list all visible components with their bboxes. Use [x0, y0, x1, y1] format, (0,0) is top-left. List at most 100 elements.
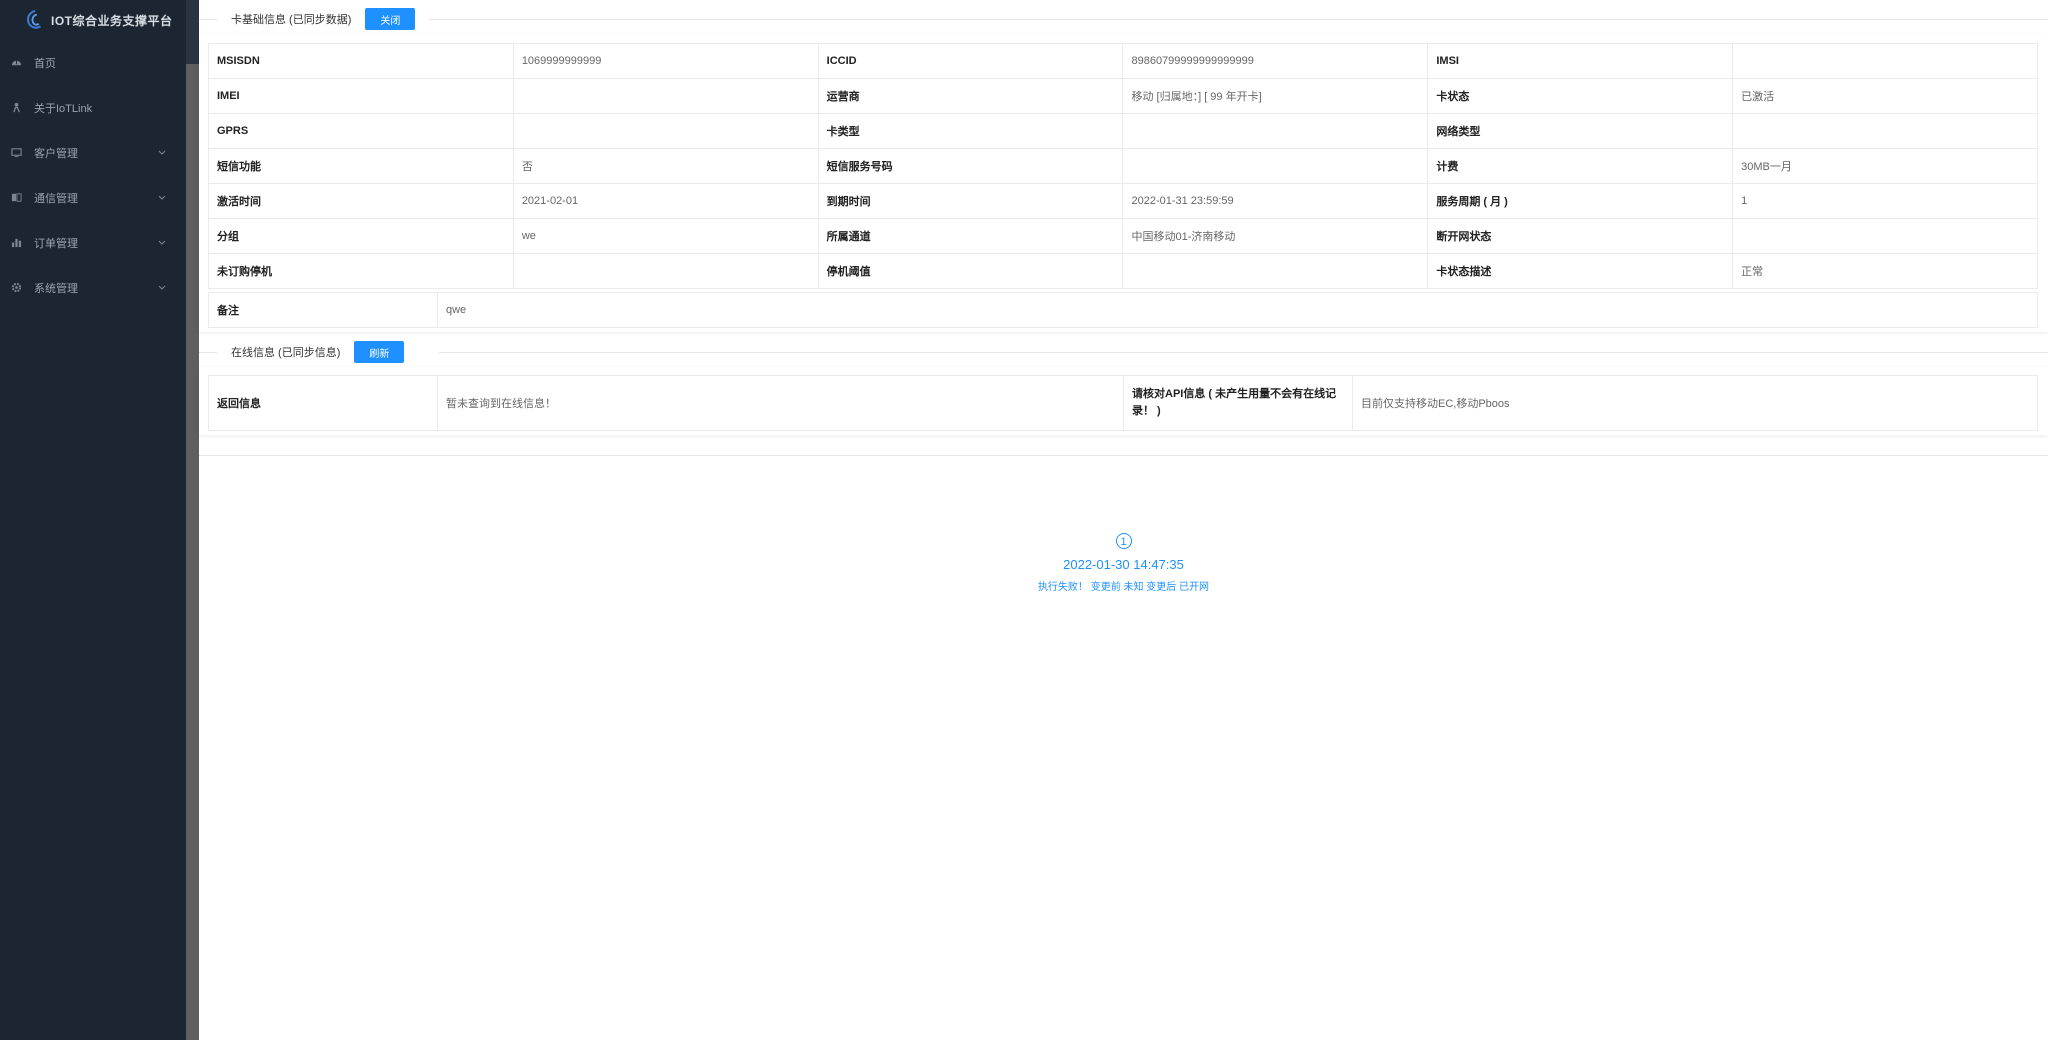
field-value: we	[512, 218, 819, 254]
field-label: 短信功能	[208, 148, 514, 184]
api-info-value: 目前仅支持移动EC,移动Pboos	[1352, 375, 2038, 431]
field-value: 移动 [归属地：] [ 99 年开卡]	[1122, 78, 1429, 114]
timeline-node: 1	[1115, 533, 1132, 549]
table-row: 备注 qwe	[208, 292, 2038, 328]
timeline-time: 2022-01-30 14:47:35	[1063, 557, 1184, 572]
refresh-button[interactable]: 刷新	[354, 341, 405, 363]
field-value	[1122, 113, 1429, 149]
table-row: IMEI 运营商 移动 [归属地：] [ 99 年开卡] 卡状态 已激活	[208, 78, 2038, 114]
section-divider	[429, 19, 2048, 20]
remark-value: qwe	[437, 292, 2038, 328]
field-value	[1122, 148, 1429, 184]
field-label: MSISDN	[208, 43, 514, 79]
field-label: 卡类型	[817, 113, 1124, 149]
sidebar-item-orders[interactable]: 订单管理	[0, 220, 186, 265]
card-info-header: 卡基础信息 (已同步数据) 关闭	[231, 7, 416, 31]
field-label: 服务周期 ( 月 )	[1427, 183, 1734, 219]
sidebar-item-label: 首页	[34, 57, 56, 70]
sidebar-gutter	[186, 0, 199, 1040]
field-label: 运营商	[817, 78, 1124, 114]
remark-label: 备注	[208, 292, 438, 328]
card-info-table: MSISDN 1069999999999 ICCID 8986079999999999…	[208, 43, 2038, 289]
field-value: 正常	[1732, 253, 2038, 289]
api-info-label: 请核对API信息 ( 未产生用量不会有在线记录！ )	[1123, 375, 1353, 431]
field-value: 2021-02-01	[512, 183, 819, 219]
table-row: 激活时间 2021-02-01 到期时间 2022-01-31 23:59:59 服务周…	[208, 183, 2038, 219]
field-value: 2022-01-31 23:59:59	[1122, 183, 1429, 219]
field-value: 否	[512, 148, 819, 184]
remark-table: 备注 qwe	[208, 292, 2038, 328]
field-value	[1732, 218, 2038, 254]
return-info-value: 暂未查询到在线信息！	[437, 375, 1124, 431]
table-row: MSISDN 1069999999999 ICCID 8986079999999999…	[208, 43, 2038, 79]
timeline: 1 2022-01-30 14:47:35 执行失败！ 变更前 未知 变更后 已…	[199, 533, 2048, 593]
field-label: 到期时间	[817, 183, 1124, 219]
field-label: 断开网状态	[1427, 218, 1734, 254]
sidebar-item-customer[interactable]: 客户管理	[0, 130, 186, 175]
field-value: 1	[1732, 183, 2038, 219]
field-value: 89860799999999999999	[1122, 43, 1429, 79]
field-label: ICCID	[817, 43, 1124, 79]
sidebar-item-system[interactable]: 系统管理	[0, 265, 186, 310]
field-value	[512, 113, 819, 149]
field-label: IMSI	[1427, 43, 1734, 79]
chevron-down-icon	[158, 237, 166, 245]
field-value	[1732, 113, 2038, 149]
table-row: 分组 we 所属通道 中国移动01-济南移动 断开网状态	[208, 218, 2038, 254]
table-row: 短信功能否短信服务号码 计费 30MB一月	[208, 148, 2038, 184]
sidebar-item-label: 订单管理	[34, 237, 78, 250]
chevron-down-icon	[158, 147, 166, 155]
app-title: IOT综合业务支撑平台	[51, 13, 173, 28]
section-divider	[199, 455, 2048, 456]
field-value	[1122, 253, 1429, 289]
book-icon	[10, 192, 22, 204]
field-value: 中国移动01-济南移动	[1122, 218, 1429, 254]
field-label: 未订购停机	[208, 253, 514, 289]
field-label: 分组	[208, 218, 514, 254]
field-label: 网络类型	[1427, 113, 1734, 149]
sidebar-item-label: 通信管理	[34, 192, 78, 205]
field-value	[512, 78, 819, 114]
online-info-header: 在线信息 (已同步信息) 刷新	[231, 340, 405, 364]
table-row: 未订购停机 停机阈值 卡状态描述 正常	[208, 253, 2038, 289]
close-button[interactable]: 关闭	[365, 8, 416, 30]
field-label: 激活时间	[208, 183, 514, 219]
return-info-label: 返回信息	[208, 375, 438, 431]
sidebar-item-label: 系统管理	[34, 282, 78, 295]
field-value: 1069999999999	[512, 43, 819, 79]
monitor-icon	[10, 147, 22, 159]
section-divider	[439, 352, 2048, 353]
field-label: 计费	[1427, 148, 1734, 184]
sidebar-item-home[interactable]: 首页	[0, 40, 186, 85]
field-label: 短信服务号码	[817, 148, 1124, 184]
field-value	[512, 253, 819, 289]
field-label: 卡状态	[1427, 78, 1734, 114]
dashboard-icon	[10, 57, 22, 69]
sidebar-item-communication[interactable]: 通信管理	[0, 175, 186, 220]
section-divider	[199, 19, 217, 20]
sidebar-item-label: 关于IoTLink	[34, 102, 93, 115]
field-value: 已激活	[1732, 78, 2038, 114]
field-label: GPRS	[208, 113, 514, 149]
field-label: IMEI	[208, 78, 514, 114]
chevron-down-icon	[158, 282, 166, 290]
table-row: GPRS 卡类型 网络类型	[208, 113, 2038, 149]
field-value: 30MB一月	[1732, 148, 2038, 184]
sidebar-item-about[interactable]: 关于IoTLink	[0, 85, 186, 130]
timeline-desc: 执行失败！ 变更前 未知 变更后 已开网	[1037, 582, 1210, 593]
field-label: 所属通道	[817, 218, 1124, 254]
bar-chart-icon	[10, 237, 22, 249]
card-info-title: 卡基础信息 (已同步数据)	[231, 14, 352, 26]
chevron-down-icon	[158, 192, 166, 200]
field-label: 停机阈值	[817, 253, 1124, 289]
field-label: 卡状态描述	[1427, 253, 1734, 289]
gear-icon	[10, 282, 22, 294]
sidebar-item-label: 客户管理	[34, 147, 78, 160]
online-info-title: 在线信息 (已同步信息)	[231, 347, 341, 359]
sidebar: IOT综合业务支撑平台 首页 关于IoTLink 客户管理 通信管理 订单管理 …	[0, 0, 186, 1040]
table-row: 返回信息 暂未查询到在线信息！ 请核对API信息 ( 未产生用量不会有在线记录！…	[208, 375, 2038, 431]
app-logo[interactable]: IOT综合业务支撑平台	[0, 0, 186, 40]
main-content: 卡基础信息 (已同步数据) 关闭 MSISDN 1069999999999 ICCI…	[199, 0, 2048, 1040]
field-value	[1732, 43, 2038, 79]
online-info-table: 返回信息 暂未查询到在线信息！ 请核对API信息 ( 未产生用量不会有在线记录！…	[208, 375, 2038, 431]
